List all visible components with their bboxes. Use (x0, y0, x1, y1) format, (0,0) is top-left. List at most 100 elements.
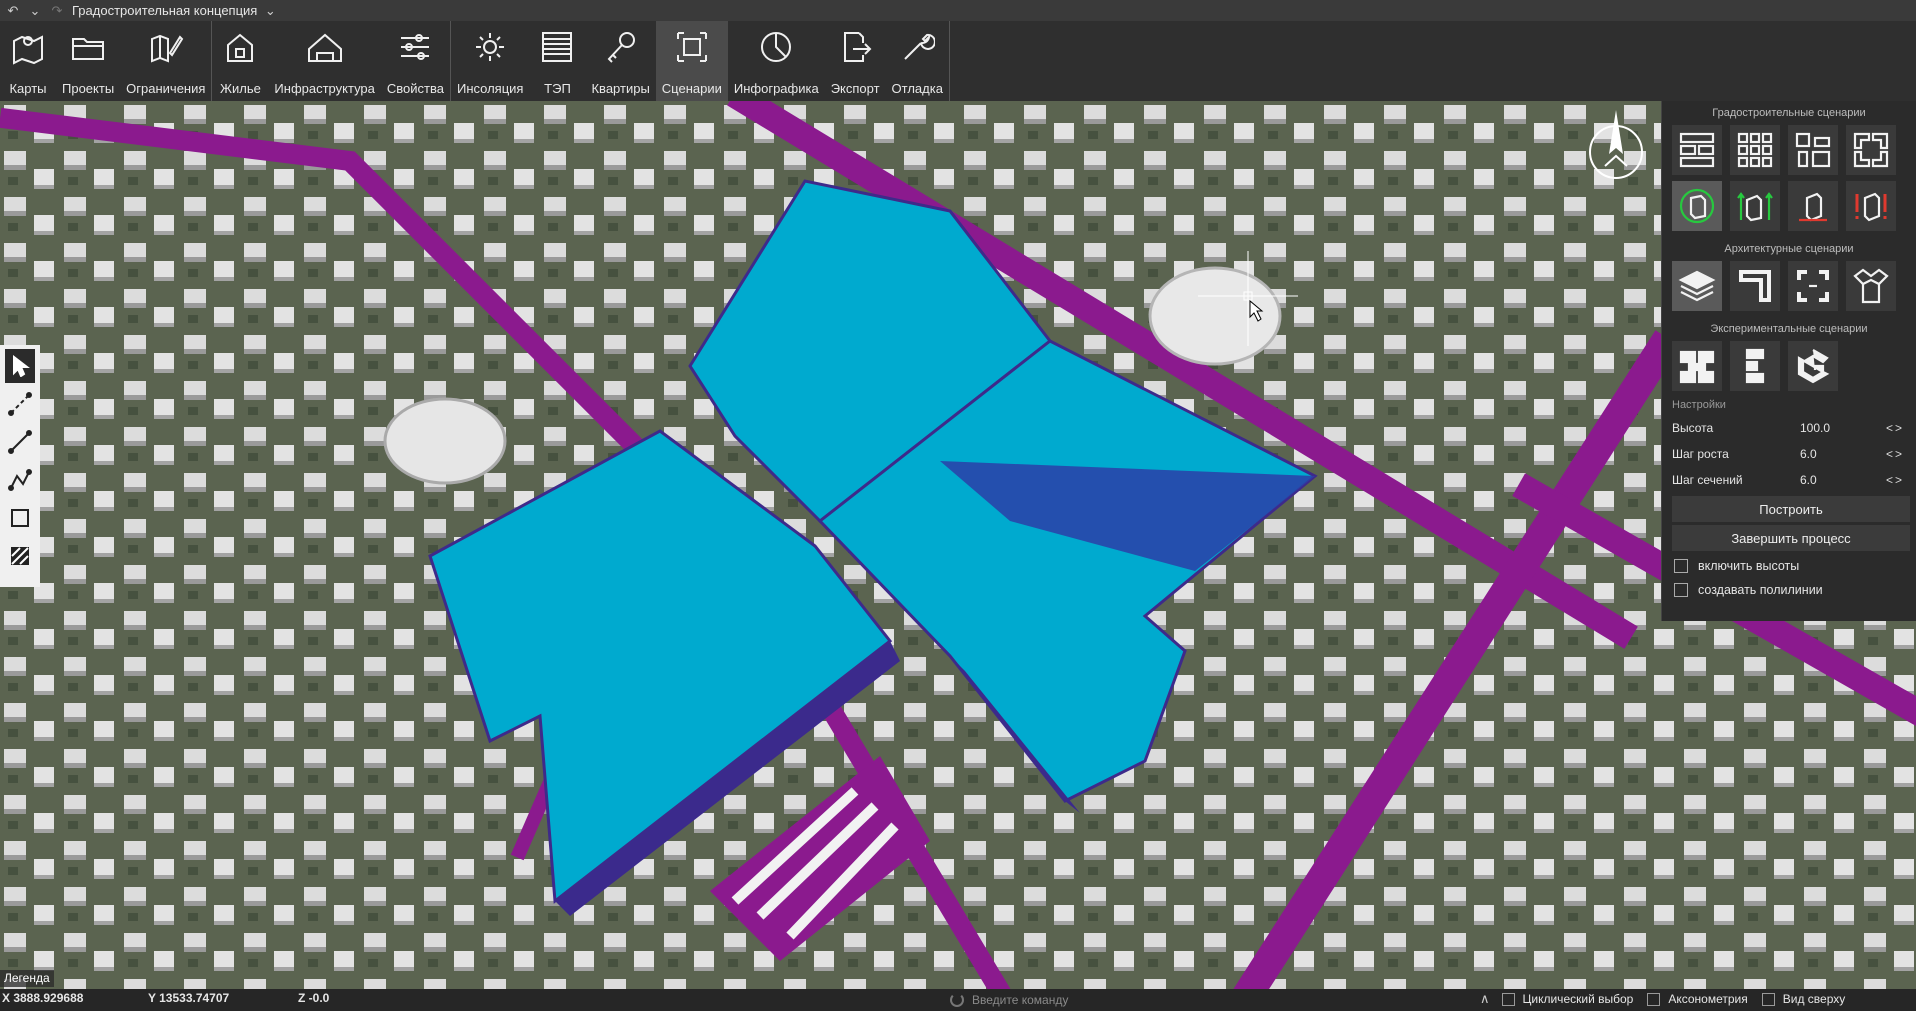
z-coordinate: Z -0.0 (298, 991, 330, 1005)
ribbon-group-objects: Жилье Инфраструктура Свойства (212, 21, 451, 101)
architectural-scenarios-grid (1662, 257, 1916, 317)
arena-building (1148, 266, 1282, 366)
arch-layers-button[interactable] (1672, 261, 1722, 311)
ribbon-insolation-button[interactable]: Инсоляция (451, 21, 530, 101)
height-setting: Высота 100.0 <> (1662, 415, 1916, 441)
height-stepper-icon[interactable]: <> (1886, 421, 1910, 435)
urban-perimeter-layout-button[interactable] (1846, 125, 1896, 175)
round-building (383, 397, 507, 485)
top-view-checkbox[interactable]: Вид сверху (1761, 992, 1845, 1006)
house-icon (218, 25, 262, 69)
command-input[interactable]: Введите команду (950, 991, 1470, 1009)
map-pin-icon (6, 25, 50, 69)
exp-c-shape-button[interactable] (1788, 341, 1838, 391)
ribbon-projects-button[interactable]: Проекты (56, 21, 120, 101)
ribbon-debug-button[interactable]: Отладка (886, 21, 949, 101)
ribbon-scenarios-button[interactable]: Сценарии (655, 21, 728, 101)
checkbox-icon (1501, 992, 1515, 1006)
scenario-frame-icon (670, 25, 714, 69)
cyclic-select-checkbox[interactable]: Циклический выбор (1501, 992, 1633, 1006)
table-icon (535, 25, 579, 69)
title-menu-chevron-icon[interactable]: ⌄ (261, 2, 279, 20)
arch-corners-button[interactable] (1788, 261, 1838, 311)
ribbon-housing-button[interactable]: Жилье (212, 21, 268, 101)
rectangle-icon[interactable] (5, 501, 35, 535)
building-icon (303, 25, 347, 69)
export-icon (833, 25, 877, 69)
app-title: Градостроительная концепция (72, 3, 258, 18)
pointer-arrow-icon[interactable] (5, 349, 35, 383)
growth-step-value[interactable]: 6.0 (1800, 447, 1886, 461)
sliders-icon (393, 25, 437, 69)
create-polylines-checkbox[interactable]: создавать полилинии (1662, 578, 1916, 602)
checkbox-icon (1647, 992, 1661, 1006)
arch-frame-button[interactable] (1730, 261, 1780, 311)
y-coordinate: Y 13533.74707 (148, 991, 230, 1005)
ribbon-group-analysis: Инсоляция ТЭП Квартиры Сценарии Инфограф… (451, 21, 950, 101)
volume-warning-button[interactable] (1846, 181, 1896, 231)
exp-e-shape-button[interactable] (1730, 341, 1780, 391)
x-coordinate: X 3888.929688 (2, 991, 84, 1005)
chevron-down-icon[interactable]: ⌄ (26, 2, 44, 20)
ribbon-infographics-button[interactable]: Инфографика (728, 21, 825, 101)
section-step-setting: Шаг сечений 6.0 <> (1662, 467, 1916, 493)
ribbon-properties-button[interactable]: Свойства (381, 21, 450, 101)
checkbox-icon (1674, 583, 1688, 597)
settings-title: Настройки (1672, 399, 1726, 411)
undo-icon[interactable]: ↶ (4, 2, 22, 20)
chevron-up-icon[interactable]: ∧ (1480, 991, 1490, 1007)
ribbon-apartments-button[interactable]: Квартиры (585, 21, 655, 101)
sun-icon (468, 25, 512, 69)
include-heights-checkbox[interactable]: включить высоты (1662, 554, 1916, 578)
experimental-scenarios-grid (1662, 337, 1916, 397)
growth-step-setting: Шаг роста 6.0 <> (1662, 441, 1916, 467)
ribbon-infrastructure-button[interactable]: Инфраструктура (268, 21, 380, 101)
checkbox-icon (1761, 992, 1775, 1006)
urban-scenarios-grid (1662, 121, 1916, 237)
ribbon-toolbar: Карты Проекты Ограничения Жилье Инфрастр… (0, 21, 1916, 101)
urban-blocks-layout-button[interactable] (1672, 125, 1722, 175)
section-step-stepper-icon[interactable]: <> (1886, 473, 1910, 487)
redo-icon[interactable]: ↷ (48, 2, 66, 20)
finish-process-button[interactable]: Завершить процесс (1672, 525, 1910, 551)
urban-scenarios-title: Градостроительные сценарии (1712, 107, 1866, 119)
dashed-line-icon[interactable] (5, 387, 35, 421)
urban-grid-layout-button[interactable] (1730, 125, 1780, 175)
view-options: ∧ Циклический выбор Аксонометрия Вид све… (1480, 991, 1859, 1007)
folder-icon (66, 25, 110, 69)
city-scene (0, 101, 1916, 989)
key-icon (599, 25, 643, 69)
ribbon-restrictions-button[interactable]: Ограничения (120, 21, 211, 101)
growth-step-stepper-icon[interactable]: <> (1886, 447, 1910, 461)
ribbon-group-data: Карты Проекты Ограничения (0, 21, 213, 101)
ribbon-maps-button[interactable]: Карты (0, 21, 56, 101)
scenarios-panel: Градостроительные сценарии Архитектурные… (1661, 101, 1916, 621)
urban-scatter-layout-button[interactable] (1788, 125, 1838, 175)
loading-spinner-icon (950, 993, 964, 1007)
build-button[interactable]: Построить (1672, 496, 1910, 522)
section-step-value[interactable]: 6.0 (1800, 473, 1886, 487)
hatch-icon[interactable] (5, 539, 35, 573)
ribbon-tep-button[interactable]: ТЭП (529, 21, 585, 101)
ribbon-export-button[interactable]: Экспорт (825, 21, 886, 101)
height-value[interactable]: 100.0 (1800, 421, 1886, 435)
volume-grow-button[interactable] (1730, 181, 1780, 231)
status-bar: X 3888.929688 Y 13533.74707 Z -0.0 Введи… (0, 989, 1916, 1011)
title-bar: ↶ ⌄ ↷ Градостроительная концепция ⌄ (0, 0, 1916, 21)
checkbox-icon (1674, 559, 1688, 573)
map-edit-icon (144, 25, 188, 69)
architectural-scenarios-title: Архитектурные сценарии (1724, 243, 1854, 255)
line-icon[interactable] (5, 425, 35, 459)
volume-section-button[interactable] (1788, 181, 1838, 231)
axonometry-checkbox[interactable]: Аксонометрия (1647, 992, 1748, 1006)
3d-viewport[interactable] (0, 101, 1916, 989)
pie-chart-icon (754, 25, 798, 69)
legend-button[interactable]: Легенда (0, 970, 54, 987)
polyline-icon[interactable] (5, 463, 35, 497)
wrench-icon (895, 25, 939, 69)
exp-h-shape-button[interactable] (1672, 341, 1722, 391)
compass-icon[interactable] (1583, 108, 1649, 184)
volume-rotate-button[interactable] (1672, 181, 1722, 231)
experimental-scenarios-title: Экспериментальные сценарии (1710, 323, 1868, 335)
arch-tower-button[interactable] (1846, 261, 1896, 311)
